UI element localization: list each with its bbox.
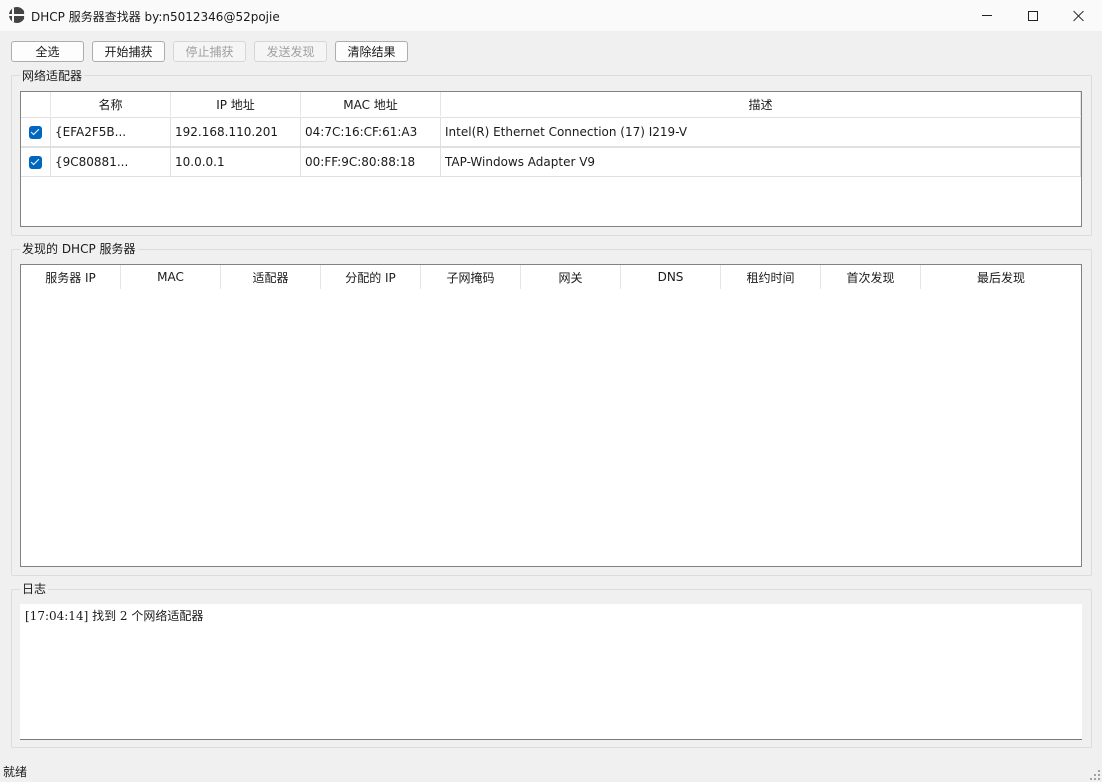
globe-icon — [9, 7, 25, 23]
adapter-mac: 00:FF:9C:80:88:18 — [301, 148, 441, 176]
select-all-button[interactable]: 全选 — [11, 41, 84, 62]
adapters-group-title: 网络适配器 — [20, 67, 85, 84]
checkbox[interactable] — [29, 125, 42, 139]
adapter-ip: 10.0.0.1 — [171, 148, 301, 176]
app-window: DHCP 服务器查找器 by:n5012346@52pojie 全选 开始捕获 … — [0, 0, 1102, 782]
column-header-subnet-mask[interactable]: 子网掩码 — [421, 265, 521, 289]
send-discover-button[interactable]: 发送发现 — [254, 41, 327, 62]
adapter-name: {9C80881... — [51, 148, 171, 176]
window-title: DHCP 服务器查找器 by:n5012346@52pojie — [31, 10, 280, 24]
adapter-name: {EFA2F5B... — [51, 118, 171, 146]
log-textarea[interactable]: [17:04:14] 找到 2 个网络适配器 — [20, 604, 1082, 740]
servers-table: 服务器 IP MAC 适配器 分配的 IP 子网掩码 网关 DNS 租约时间 首… — [20, 264, 1082, 567]
column-header-mac[interactable]: MAC 地址 — [301, 92, 441, 116]
log-line: [17:04:14] 找到 2 个网络适配器 — [25, 609, 204, 623]
title-bar[interactable]: DHCP 服务器查找器 by:n5012346@52pojie — [0, 0, 1102, 31]
adapters-table: 名称 IP 地址 MAC 地址 描述 {EFA2F5B... 192.168.1… — [20, 91, 1082, 227]
maximize-button[interactable] — [1010, 0, 1056, 31]
adapter-desc: Intel(R) Ethernet Connection (17) I219-V — [441, 118, 1081, 146]
column-header-lease-time[interactable]: 租约时间 — [721, 265, 821, 289]
status-bar: 就绪 — [0, 759, 1102, 782]
adapter-ip: 192.168.110.201 — [171, 118, 301, 146]
row-checkbox-cell[interactable] — [21, 148, 51, 176]
adapters-table-header: 名称 IP 地址 MAC 地址 描述 — [21, 92, 1081, 116]
column-header-desc[interactable]: 描述 — [441, 92, 1081, 116]
servers-group-title: 发现的 DHCP 服务器 — [20, 240, 138, 257]
maximize-icon — [1028, 10, 1038, 21]
column-header-assigned-ip[interactable]: 分配的 IP — [321, 265, 421, 289]
column-header-ip[interactable]: IP 地址 — [171, 92, 301, 116]
minimize-icon — [982, 15, 992, 16]
checkbox[interactable] — [29, 155, 42, 169]
resize-grip-icon[interactable] — [1090, 770, 1100, 780]
servers-table-header: 服务器 IP MAC 适配器 分配的 IP 子网掩码 网关 DNS 租约时间 首… — [21, 265, 1081, 289]
column-header-first-seen[interactable]: 首次发现 — [821, 265, 921, 289]
column-header-mac[interactable]: MAC — [121, 265, 221, 289]
log-group-title: 日志 — [20, 580, 49, 597]
column-header-last-seen[interactable]: 最后发现 — [921, 265, 1081, 289]
status-text: 就绪 — [3, 765, 28, 779]
stop-capture-button[interactable]: 停止捕获 — [173, 41, 246, 62]
column-header-adapter[interactable]: 适配器 — [221, 265, 321, 289]
column-header-server-ip[interactable]: 服务器 IP — [21, 265, 121, 289]
table-row[interactable]: {9C80881... 10.0.0.1 00:FF:9C:80:88:18 T… — [21, 147, 1081, 177]
column-header-check[interactable] — [21, 92, 51, 116]
adapter-mac: 04:7C:16:CF:61:A3 — [301, 118, 441, 146]
minimize-button[interactable] — [964, 0, 1010, 31]
close-button[interactable] — [1056, 0, 1102, 31]
column-header-dns[interactable]: DNS — [621, 265, 721, 289]
close-icon — [1073, 10, 1085, 22]
column-header-name[interactable]: 名称 — [51, 92, 171, 116]
adapter-desc: TAP-Windows Adapter V9 — [441, 148, 1081, 176]
clear-results-button[interactable]: 清除结果 — [335, 41, 408, 62]
column-header-gateway[interactable]: 网关 — [521, 265, 621, 289]
row-checkbox-cell[interactable] — [21, 118, 51, 146]
table-row[interactable]: {EFA2F5B... 192.168.110.201 04:7C:16:CF:… — [21, 117, 1081, 147]
start-capture-button[interactable]: 开始捕获 — [92, 41, 165, 62]
